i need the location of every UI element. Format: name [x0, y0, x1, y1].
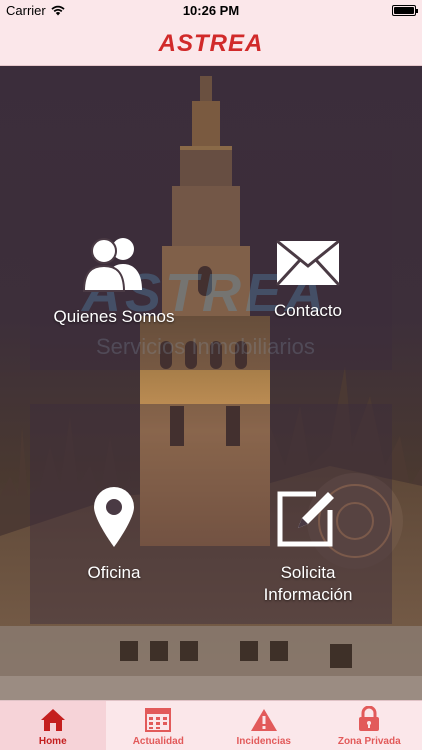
contacto-label: Contacto [273, 301, 343, 320]
oficina-label: Oficina [87, 563, 141, 582]
tab-zona-privada[interactable]: Zona Privada [317, 701, 422, 750]
quienes-somos-button[interactable]: Quienes Somos [40, 236, 188, 328]
tab-actualidad-label: Actualidad [132, 736, 184, 747]
quienes-somos-label: Quienes Somos [53, 307, 175, 326]
lock-icon [359, 706, 380, 731]
tab-home-label: Home [38, 736, 67, 747]
home-icon [40, 709, 65, 731]
watermark-subtitle: Servicios Inmobiliarios [96, 334, 315, 359]
status-time: 10:26 PM [182, 3, 240, 18]
tab-home[interactable]: Home [0, 701, 106, 750]
solicita-informacion-button[interactable]: Solicita Información [236, 486, 380, 606]
battery-icon [392, 5, 418, 16]
solicita-label-line2: Información [263, 585, 353, 604]
tab-zona-privada-label: Zona Privada [337, 736, 401, 747]
status-bar: Carrier 10:26 PM [0, 0, 422, 22]
users-icon [82, 238, 142, 292]
solicita-label-line1: Solicita [280, 563, 336, 582]
tab-incidencias[interactable]: Incidencias [211, 701, 317, 750]
calendar-icon [145, 708, 172, 732]
edit-note-icon [277, 491, 334, 547]
home-main: ASTREA Servicios Inmobiliarios Quienes S… [0, 66, 422, 700]
contacto-button[interactable]: Contacto [236, 240, 380, 322]
app-header: ASTREA [0, 22, 422, 66]
location-pin-icon [94, 487, 134, 547]
app-title-logo: ASTREA [158, 29, 264, 57]
tab-bar: Home Actualidad Incidencias Zona Privada [0, 700, 422, 750]
warning-icon [250, 709, 277, 731]
tab-actualidad[interactable]: Actualidad [106, 701, 212, 750]
envelope-icon [276, 240, 340, 286]
oficina-button[interactable]: Oficina [40, 486, 188, 584]
tab-incidencias-label: Incidencias [236, 736, 291, 747]
